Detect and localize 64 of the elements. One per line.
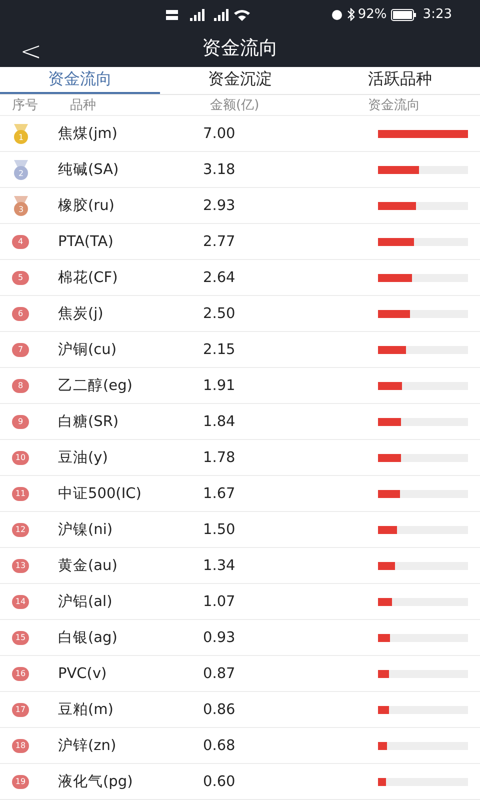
variety-name: 沪锌(zn) xyxy=(58,736,118,755)
amount-value: 1.07 xyxy=(202,594,236,610)
amount-value: 1.67 xyxy=(202,486,236,502)
amount-value: 2.77 xyxy=(202,234,236,250)
rank-badge: 11 xyxy=(12,486,29,500)
variety-name: 沪铝(al) xyxy=(58,592,114,611)
variety-name: 橡胶(ru) xyxy=(58,196,116,215)
battery-percent: 92% xyxy=(358,7,387,22)
column-header: 资金流向 xyxy=(367,97,421,114)
rank-badge: 19 xyxy=(12,774,29,788)
back-button[interactable]: < xyxy=(14,37,48,68)
rank-badge: 13 xyxy=(12,558,29,572)
rank-badge: 5 xyxy=(12,270,29,284)
variety-name: 中证500(IC) xyxy=(58,485,142,503)
rank-badge: 14 xyxy=(12,594,29,608)
variety-name: 纯碱(SA) xyxy=(58,161,120,179)
variety-name: 沪铜(cu) xyxy=(58,340,118,359)
rank-badge: 7 xyxy=(12,342,29,356)
amount-value: 3.18 xyxy=(202,162,236,178)
variety-name: 白银(ag) xyxy=(58,629,118,647)
variety-name: 白糖(SR) xyxy=(58,413,120,431)
rank-badge: 18 xyxy=(12,738,29,752)
battery-icon xyxy=(390,8,417,21)
amount-value: 1.78 xyxy=(202,450,236,466)
variety-name: 豆粕(m) xyxy=(58,701,114,719)
amount-value: 2.50 xyxy=(202,306,236,322)
page-title: 资金流向 xyxy=(202,36,278,62)
rank-badge: 16 xyxy=(12,666,29,680)
variety-name: 乙二醇(eg) xyxy=(58,377,134,395)
variety-name: 焦炭(j) xyxy=(58,305,104,323)
amount-value: 1.84 xyxy=(202,414,236,430)
amount-value: 2.64 xyxy=(202,270,236,286)
rank-badge: 6 xyxy=(12,306,29,320)
rank-badge: 10 xyxy=(12,450,29,464)
amount-value: 0.87 xyxy=(202,666,236,682)
rank-badge: 4 xyxy=(12,234,29,248)
bluetooth-icon xyxy=(346,8,356,22)
variety-name: 沪镍(ni) xyxy=(58,520,114,539)
column-header: 序号 xyxy=(11,97,39,114)
amount-value: 2.93 xyxy=(202,198,236,214)
amount-value: 0.86 xyxy=(202,702,236,718)
amount-value: 2.15 xyxy=(202,342,236,358)
amount-value: 1.34 xyxy=(202,558,236,574)
variety-name: 黄金(au) xyxy=(58,557,118,575)
amount-value: 0.60 xyxy=(202,774,236,790)
amount-value: 0.93 xyxy=(202,630,236,646)
amount-value: 7.00 xyxy=(202,126,236,142)
rank-badge: 15 xyxy=(12,630,29,644)
clock-time: 3:23 xyxy=(422,7,452,22)
variety-name: PVC(v) xyxy=(58,666,108,682)
column-header: 金额(亿) xyxy=(209,97,260,114)
amount-value: 0.68 xyxy=(202,738,236,754)
rank-badge: 17 xyxy=(12,702,29,716)
variety-name: 焦煤(jm) xyxy=(58,125,118,143)
column-header: 品种 xyxy=(69,97,97,114)
amount-value: 1.50 xyxy=(202,522,236,538)
variety-name: 棉花(CF) xyxy=(58,269,119,287)
rank-badge: 8 xyxy=(12,378,29,392)
variety-name: 液化气(pg) xyxy=(58,772,134,791)
amount-value: 1.91 xyxy=(202,378,236,394)
rank-badge: 9 xyxy=(12,414,29,428)
rank-badge: 12 xyxy=(12,522,29,536)
variety-name: 豆油(y) xyxy=(58,449,109,467)
variety-name: PTA(TA) xyxy=(58,234,114,250)
